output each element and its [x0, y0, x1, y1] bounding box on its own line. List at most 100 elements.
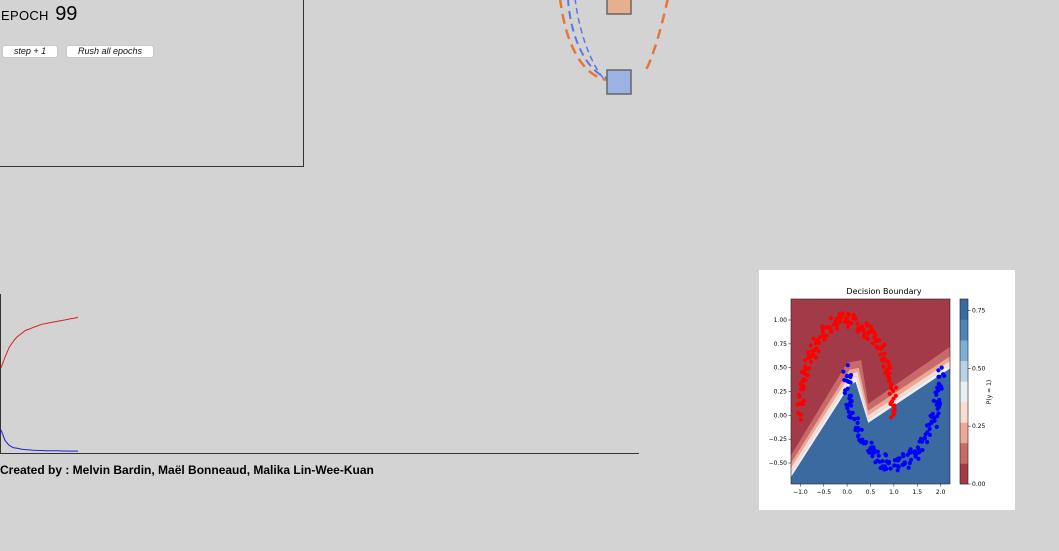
point-class-1 [908, 447, 913, 452]
point-class-0 [845, 311, 850, 316]
point-class-1 [845, 363, 850, 368]
point-class-1 [860, 437, 865, 442]
point-class-0 [796, 411, 801, 416]
point-class-0 [844, 315, 849, 320]
point-class-0 [864, 321, 869, 326]
point-class-0 [880, 344, 885, 349]
point-class-0 [872, 336, 878, 341]
point-class-0 [816, 348, 821, 354]
point-class-0 [820, 324, 825, 329]
point-class-1 [842, 377, 847, 383]
x-ticks: −1.0 −0.5 0.0 0.5 1.0 1.5 2.0 [793, 484, 946, 496]
point-class-0 [797, 394, 802, 399]
y-tick-label: 0.25 [774, 389, 788, 396]
decision-boundary-card: Decision Boundary −1.0 −0.5 0.0 0.5 1.0 1.5 2.… [759, 270, 1015, 510]
point-class-1 [937, 401, 942, 406]
y-tick-label: −0.50 [769, 460, 788, 467]
colorbar-segment [960, 381, 968, 403]
point-class-0 [833, 318, 838, 324]
point-class-1 [896, 464, 901, 469]
point-class-0 [851, 312, 856, 317]
point-class-0 [806, 350, 811, 355]
point-class-1 [870, 454, 875, 459]
epoch-label: EPOCH [1, 8, 49, 23]
y-tick-label: 0.00 [774, 412, 788, 419]
point-class-1 [859, 427, 864, 432]
network-edge [567, 0, 608, 79]
point-class-0 [893, 393, 898, 398]
colorbar-tick-label: 0.50 [972, 365, 986, 372]
point-class-0 [831, 322, 836, 327]
point-class-0 [855, 326, 860, 331]
colorbar-segment [960, 319, 968, 341]
point-class-0 [894, 385, 899, 390]
point-class-1 [882, 467, 887, 472]
loss-curve [0, 429, 78, 452]
point-class-0 [808, 343, 813, 348]
point-class-0 [798, 417, 803, 422]
network-node [606, 0, 632, 15]
point-class-0 [821, 333, 826, 338]
point-class-0 [878, 352, 883, 357]
point-class-0 [799, 387, 804, 392]
point-class-0 [828, 326, 833, 332]
point-class-1 [922, 436, 927, 441]
colorbar-ticks: 0.75 0.50 0.25 0.00 [968, 308, 986, 488]
point-class-0 [805, 366, 810, 371]
point-class-1 [939, 365, 944, 370]
point-class-1 [855, 420, 860, 425]
colorbar [959, 298, 969, 485]
point-class-1 [846, 379, 851, 384]
point-class-1 [930, 411, 935, 416]
colorbar-segment [960, 340, 968, 361]
y-tick-label: 0.75 [774, 341, 788, 348]
point-class-0 [886, 375, 891, 380]
y-tick-label: −0.25 [769, 436, 788, 443]
point-class-0 [799, 369, 804, 375]
point-class-1 [925, 440, 930, 445]
control-panel: EPOCH 99 step + 1 Rush all epochs [0, 0, 304, 167]
credits-text: Created by : Melvin Bardin, Maël Bonneau… [0, 463, 374, 477]
point-class-0 [862, 331, 867, 336]
point-class-1 [875, 449, 880, 454]
point-class-1 [880, 459, 885, 464]
x-tick-label: 0.5 [866, 489, 876, 496]
point-class-1 [850, 410, 855, 415]
point-class-0 [882, 358, 888, 363]
x-tick-label: 2.0 [936, 489, 946, 496]
colorbar-segment [960, 463, 968, 485]
point-class-1 [920, 448, 925, 453]
decision-boundary-plot: Decision Boundary −1.0 −0.5 0.0 0.5 1.0 1.5 2.… [769, 287, 993, 496]
point-class-0 [846, 324, 851, 329]
point-class-1 [849, 393, 854, 398]
colorbar-segment [960, 299, 968, 320]
x-tick-label: 1.5 [912, 489, 922, 496]
point-class-0 [866, 331, 871, 336]
rush-all-epochs-button[interactable]: Rush all epochs [66, 45, 154, 58]
x-tick-label: −1.0 [793, 489, 808, 496]
x-tick-label: −0.5 [816, 489, 831, 496]
point-class-0 [887, 362, 892, 367]
point-class-1 [855, 434, 861, 439]
point-class-1 [868, 446, 873, 451]
point-class-1 [902, 460, 907, 465]
point-class-0 [884, 371, 890, 376]
point-class-0 [828, 316, 834, 321]
x-tick-label: 0.0 [842, 489, 852, 496]
point-class-0 [888, 401, 893, 406]
colorbar-segment [960, 422, 968, 444]
point-class-1 [849, 403, 854, 408]
step-button[interactable]: step + 1 [2, 45, 58, 58]
point-class-0 [887, 391, 892, 396]
y-tick-label: 1.00 [774, 317, 788, 324]
point-class-1 [856, 428, 861, 433]
point-class-1 [869, 440, 874, 445]
point-class-1 [848, 374, 853, 380]
point-class-0 [881, 364, 886, 369]
point-class-0 [892, 403, 897, 408]
point-class-1 [938, 384, 944, 389]
point-class-1 [934, 392, 939, 397]
point-class-0 [874, 344, 879, 349]
point-class-0 [803, 378, 808, 383]
point-class-1 [864, 440, 869, 445]
